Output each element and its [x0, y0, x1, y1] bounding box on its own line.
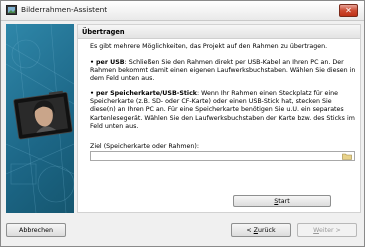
card-paragraph: • per Speicherkarte/USB-Stick: Wenn Ihr …: [90, 90, 356, 131]
back-button[interactable]: < Zurück: [231, 223, 291, 237]
back-button-label: urück: [257, 226, 276, 234]
card-label: per Speicherkarte/USB-Stick: [96, 90, 197, 97]
next-button[interactable]: Weiter >: [297, 223, 357, 237]
target-label: Ziel (Speicherkarte oder Rahmen):: [90, 143, 199, 150]
next-button-label: eiter >: [319, 226, 341, 234]
card-bullet: •: [90, 90, 95, 97]
picture-frame-icon: [6, 5, 17, 15]
usb-paragraph: • per USB: Schließen Sie den Rahmen dire…: [90, 59, 356, 84]
usb-bullet: •: [90, 59, 95, 66]
digital-photo-frame-illustration: [6, 24, 74, 213]
intro-text-content: Es gibt mehrere Möglichkeiten, das Proje…: [90, 43, 328, 50]
sidebar-illustration: [6, 24, 74, 213]
close-icon: ✕: [345, 6, 352, 15]
section-title: Übertragen: [82, 28, 125, 36]
usb-description: : Schließen Sie den Rahmen direkt per US…: [90, 59, 356, 83]
close-button[interactable]: ✕: [339, 4, 358, 17]
start-button-label: tart: [278, 197, 290, 205]
start-button[interactable]: Start: [233, 195, 331, 207]
section-header: Übertragen: [78, 25, 360, 39]
cancel-button-label: Abbrechen: [19, 226, 53, 234]
intro-text: Es gibt mehrere Möglichkeiten, das Proje…: [90, 43, 356, 51]
wizard-window: Bilderrahmen-Assistent ✕ Übertragen Es g…: [0, 0, 365, 247]
main-panel: Übertragen Es gibt mehrere Möglichkeiten…: [77, 24, 361, 213]
window-title: Bilderrahmen-Assistent: [21, 5, 108, 14]
title-bar[interactable]: Bilderrahmen-Assistent ✕: [1, 1, 364, 21]
usb-label: per USB: [96, 59, 125, 66]
back-button-prefix: <: [246, 226, 254, 234]
folder-icon[interactable]: [342, 153, 352, 160]
target-path-input[interactable]: [90, 151, 355, 161]
cancel-button[interactable]: Abbrechen: [6, 223, 66, 237]
